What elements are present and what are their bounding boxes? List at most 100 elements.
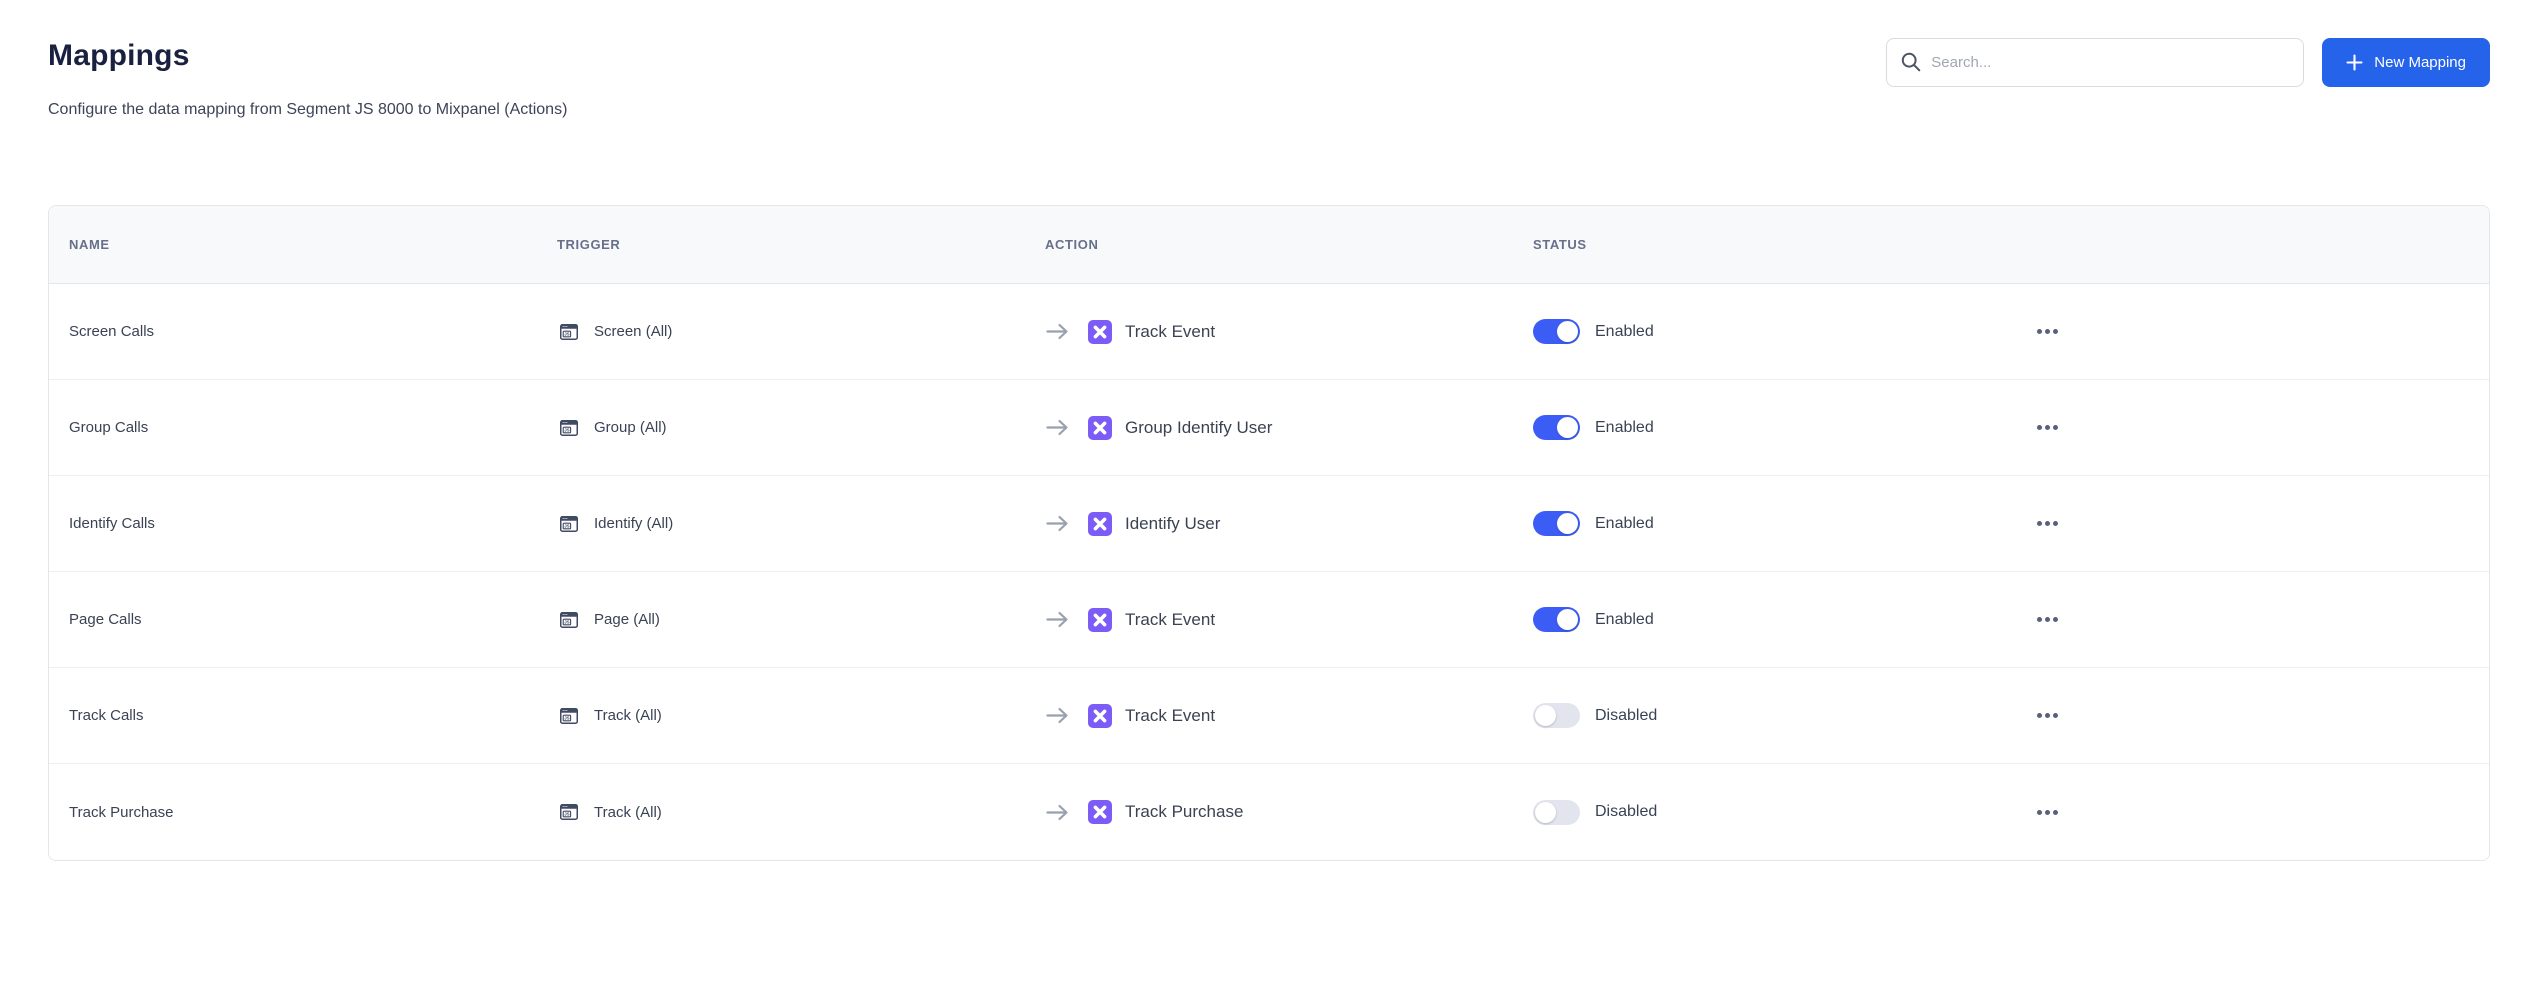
- mapping-trigger-label: Group (All): [594, 419, 667, 436]
- ellipsis-dot: [2045, 521, 2050, 526]
- arrow-right-icon: [1045, 323, 1070, 340]
- arrow-right-icon: [1045, 707, 1070, 724]
- status-label: Enabled: [1595, 515, 1654, 533]
- mapping-action-label: Group Identify User: [1125, 418, 1272, 438]
- mapping-trigger-cell: JS Identify (All): [537, 512, 1025, 536]
- svg-text:JS: JS: [564, 812, 569, 817]
- table-row: Group Calls JS Group (All): [49, 380, 2489, 476]
- toggle-knob: [1557, 609, 1578, 630]
- mapping-trigger-cell: JS Screen (All): [537, 320, 1025, 344]
- page-title: Mappings: [48, 38, 567, 74]
- status-label: Enabled: [1595, 611, 1654, 629]
- mapping-action-cell: Track Event: [1025, 320, 1513, 344]
- row-menu-button[interactable]: [2031, 319, 2064, 344]
- table-body: Screen Calls JS Screen (All): [49, 284, 2489, 860]
- ellipsis-dot: [2037, 713, 2042, 718]
- search-box: [1886, 38, 2304, 87]
- table-row: Track Purchase JS Track (All): [49, 764, 2489, 860]
- status-toggle[interactable]: [1533, 703, 1580, 728]
- mapping-action-label: Identify User: [1125, 514, 1220, 534]
- column-header-status: STATUS: [1513, 237, 2001, 252]
- ellipsis-dot: [2037, 329, 2042, 334]
- mixpanel-icon: [1088, 416, 1112, 440]
- column-header-trigger: TRIGGER: [537, 237, 1025, 252]
- ellipsis-dot: [2045, 713, 2050, 718]
- arrow-right-icon: [1045, 515, 1070, 532]
- status-toggle[interactable]: [1533, 800, 1580, 825]
- arrow-right-icon: [1045, 419, 1070, 436]
- mapping-menu-cell: [2001, 415, 2489, 440]
- toggle-knob: [1535, 705, 1556, 726]
- status-label: Disabled: [1595, 803, 1657, 821]
- table-row: Screen Calls JS Screen (All): [49, 284, 2489, 380]
- svg-text:JS: JS: [564, 715, 569, 720]
- status-toggle[interactable]: [1533, 415, 1580, 440]
- mapping-name: Track Purchase: [49, 804, 537, 821]
- mapping-trigger-cell: JS Track (All): [537, 704, 1025, 728]
- mapping-action-cell: Track Event: [1025, 704, 1513, 728]
- header-controls: New Mapping: [1886, 38, 2490, 87]
- mapping-menu-cell: [2001, 319, 2489, 344]
- mapping-action-cell: Track Event: [1025, 608, 1513, 632]
- mapping-trigger-cell: JS Page (All): [537, 608, 1025, 632]
- toggle-knob: [1557, 321, 1578, 342]
- page-header: Mappings Configure the data mapping from…: [48, 38, 2490, 119]
- mapping-trigger-label: Track (All): [594, 707, 662, 724]
- mapping-status-cell: Enabled: [1513, 511, 2001, 536]
- status-label: Disabled: [1595, 707, 1657, 725]
- mapping-trigger-label: Screen (All): [594, 323, 672, 340]
- row-menu-button[interactable]: [2031, 607, 2064, 632]
- ellipsis-dot: [2053, 713, 2058, 718]
- status-label: Enabled: [1595, 419, 1654, 437]
- ellipsis-dot: [2053, 617, 2058, 622]
- toggle-knob: [1535, 802, 1556, 823]
- svg-text:JS: JS: [564, 619, 569, 624]
- mapping-name: Track Calls: [49, 707, 537, 724]
- row-menu-button[interactable]: [2031, 703, 2064, 728]
- page-subtitle: Configure the data mapping from Segment …: [48, 100, 567, 119]
- mapping-trigger-cell: JS Group (All): [537, 416, 1025, 440]
- mapping-action-cell: Identify User: [1025, 512, 1513, 536]
- toggle-knob: [1557, 417, 1578, 438]
- mapping-trigger-label: Page (All): [594, 611, 660, 628]
- mappings-page: Mappings Configure the data mapping from…: [0, 0, 2532, 861]
- mappings-table: NAME TRIGGER ACTION STATUS Screen Calls …: [48, 205, 2490, 861]
- arrow-right-icon: [1045, 611, 1070, 628]
- table-row: Identify Calls JS Identify (All): [49, 476, 2489, 572]
- row-menu-button[interactable]: [2031, 511, 2064, 536]
- ellipsis-dot: [2045, 329, 2050, 334]
- status-toggle[interactable]: [1533, 607, 1580, 632]
- js-source-icon: JS: [557, 416, 581, 440]
- ellipsis-dot: [2053, 521, 2058, 526]
- row-menu-button[interactable]: [2031, 415, 2064, 440]
- plus-icon: [2346, 54, 2363, 71]
- column-header-action: ACTION: [1025, 237, 1513, 252]
- search-input[interactable]: [1886, 38, 2304, 87]
- mapping-menu-cell: [2001, 607, 2489, 632]
- new-mapping-button[interactable]: New Mapping: [2322, 38, 2490, 87]
- table-row: Page Calls JS Page (All): [49, 572, 2489, 668]
- status-label: Enabled: [1595, 323, 1654, 341]
- column-header-name: NAME: [49, 237, 537, 252]
- ellipsis-dot: [2037, 425, 2042, 430]
- mapping-action-label: Track Event: [1125, 706, 1215, 726]
- js-source-icon: JS: [557, 704, 581, 728]
- toggle-knob: [1557, 513, 1578, 534]
- mapping-name: Identify Calls: [49, 515, 537, 532]
- mapping-status-cell: Enabled: [1513, 415, 2001, 440]
- row-menu-button[interactable]: [2031, 800, 2064, 825]
- mapping-menu-cell: [2001, 511, 2489, 536]
- status-toggle[interactable]: [1533, 511, 1580, 536]
- table-row: Track Calls JS Track (All): [49, 668, 2489, 764]
- mixpanel-icon: [1088, 704, 1112, 728]
- mapping-trigger-label: Identify (All): [594, 515, 673, 532]
- mixpanel-icon: [1088, 512, 1112, 536]
- mapping-name: Group Calls: [49, 419, 537, 436]
- svg-text:JS: JS: [564, 331, 569, 336]
- svg-text:JS: JS: [564, 523, 569, 528]
- js-source-icon: JS: [557, 800, 581, 824]
- mapping-status-cell: Disabled: [1513, 703, 2001, 728]
- ellipsis-dot: [2045, 617, 2050, 622]
- status-toggle[interactable]: [1533, 319, 1580, 344]
- ellipsis-dot: [2037, 617, 2042, 622]
